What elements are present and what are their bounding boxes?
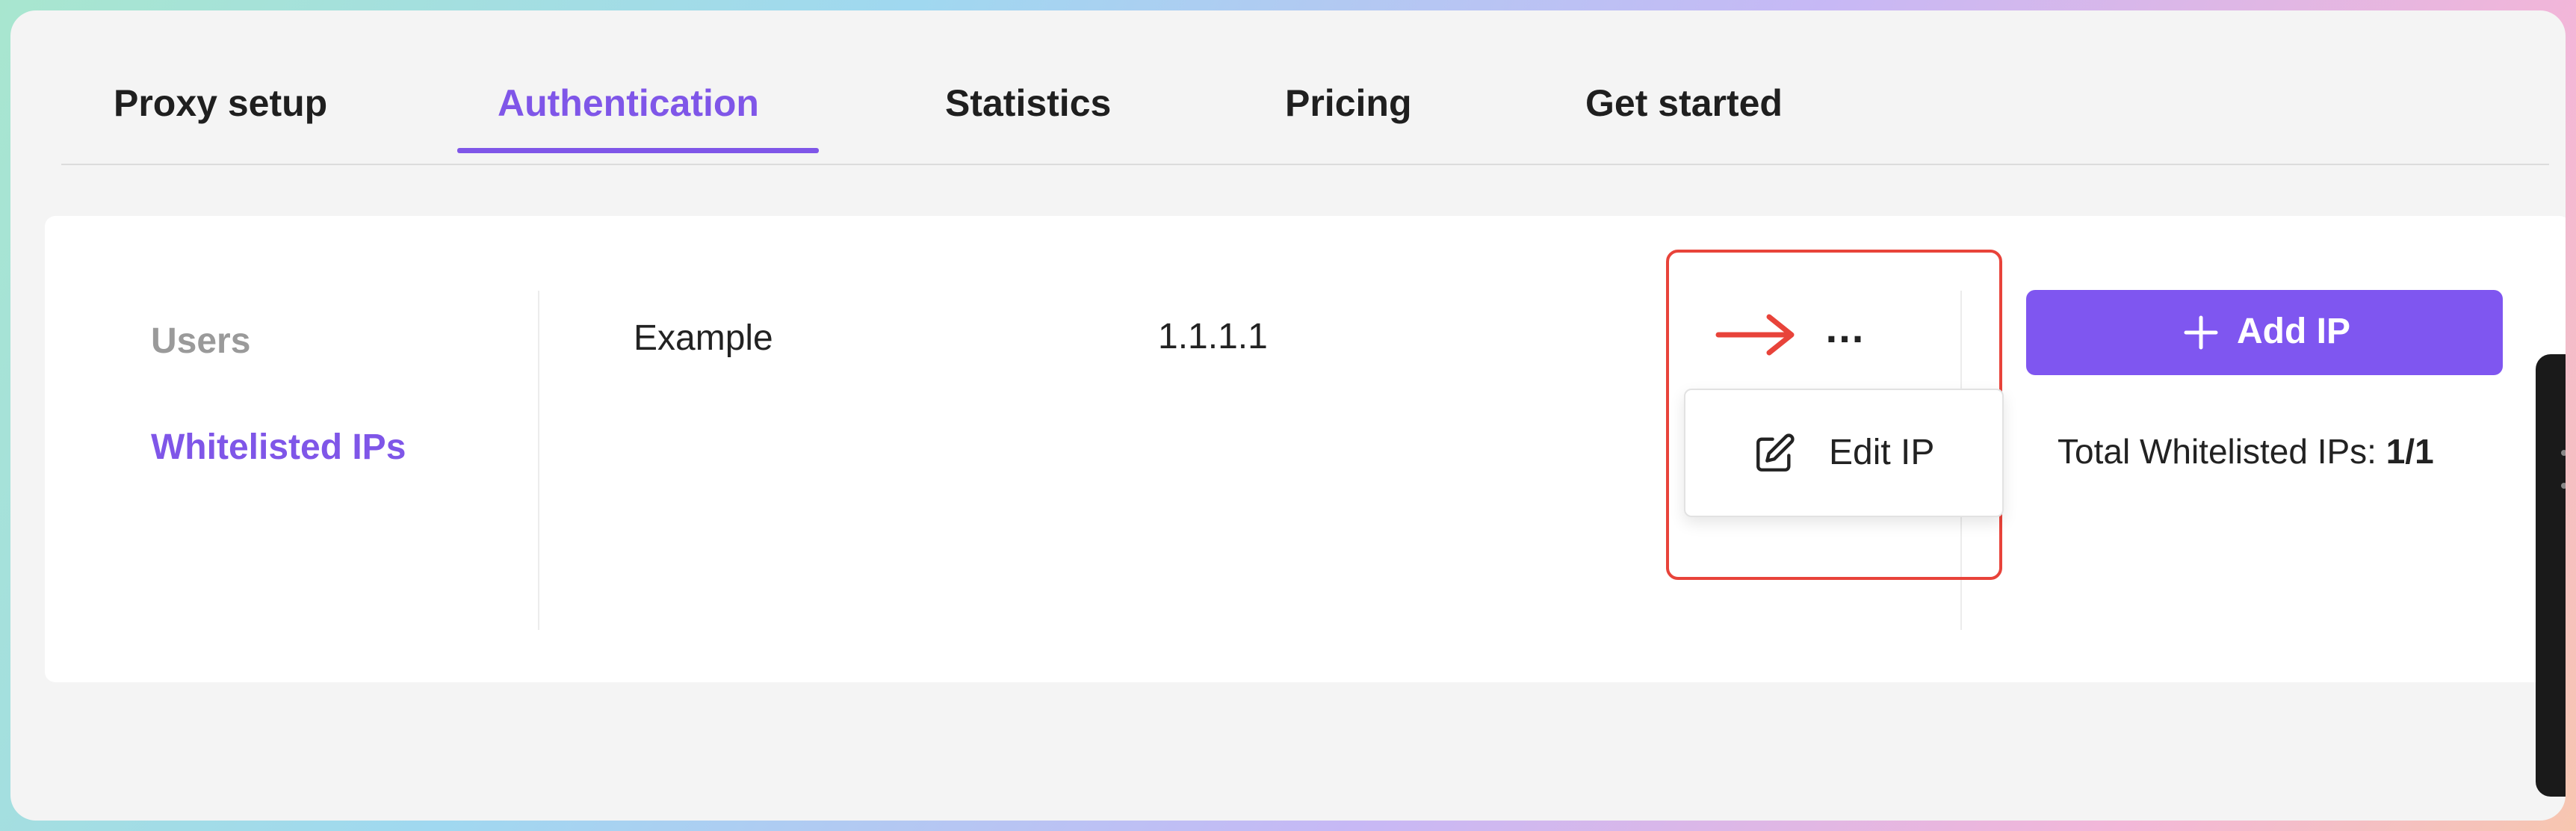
panel-dot	[2561, 450, 2566, 456]
panel-dot	[2561, 483, 2566, 489]
app-frame: Proxy setup Authentication Statistics Pr…	[10, 10, 2566, 821]
menu-item-edit-ip[interactable]: Edit IP	[1685, 390, 2002, 516]
ip-name-cell: Example	[634, 318, 773, 358]
tab-authentication[interactable]: Authentication	[498, 81, 759, 125]
floating-side-panel[interactable]	[2536, 354, 2566, 797]
total-whitelisted-ips: Total Whitelisted IPs: 1/1	[2058, 431, 2434, 472]
sidebar-item-whitelisted-ips[interactable]: Whitelisted IPs	[151, 427, 406, 468]
total-value: 1/1	[2385, 432, 2434, 471]
sidebar-divider	[538, 291, 539, 630]
total-label: Total Whitelisted IPs:	[2058, 432, 2377, 471]
ip-address-cell: 1.1.1.1	[1158, 317, 1268, 356]
tab-get-started[interactable]: Get started	[1585, 81, 1783, 125]
add-ip-button[interactable]: Add IP	[2026, 290, 2503, 375]
sidebar-item-users[interactable]: Users	[151, 321, 250, 362]
tab-proxy-setup[interactable]: Proxy setup	[114, 81, 327, 125]
tab-statistics[interactable]: Statistics	[945, 81, 1111, 125]
menu-item-label: Edit IP	[1829, 433, 1935, 472]
arrow-right-icon	[1715, 314, 1795, 356]
plus-icon	[2184, 315, 2218, 350]
ip-actions-menu: Edit IP	[1684, 389, 2004, 517]
more-options-button[interactable]: ...	[1818, 307, 1872, 362]
tab-bar: Proxy setup Authentication Statistics Pr…	[61, 10, 2549, 165]
add-ip-label: Add IP	[2237, 312, 2350, 351]
tab-pricing[interactable]: Pricing	[1285, 81, 1411, 125]
active-tab-indicator	[457, 148, 819, 153]
edit-icon	[1756, 433, 1795, 472]
